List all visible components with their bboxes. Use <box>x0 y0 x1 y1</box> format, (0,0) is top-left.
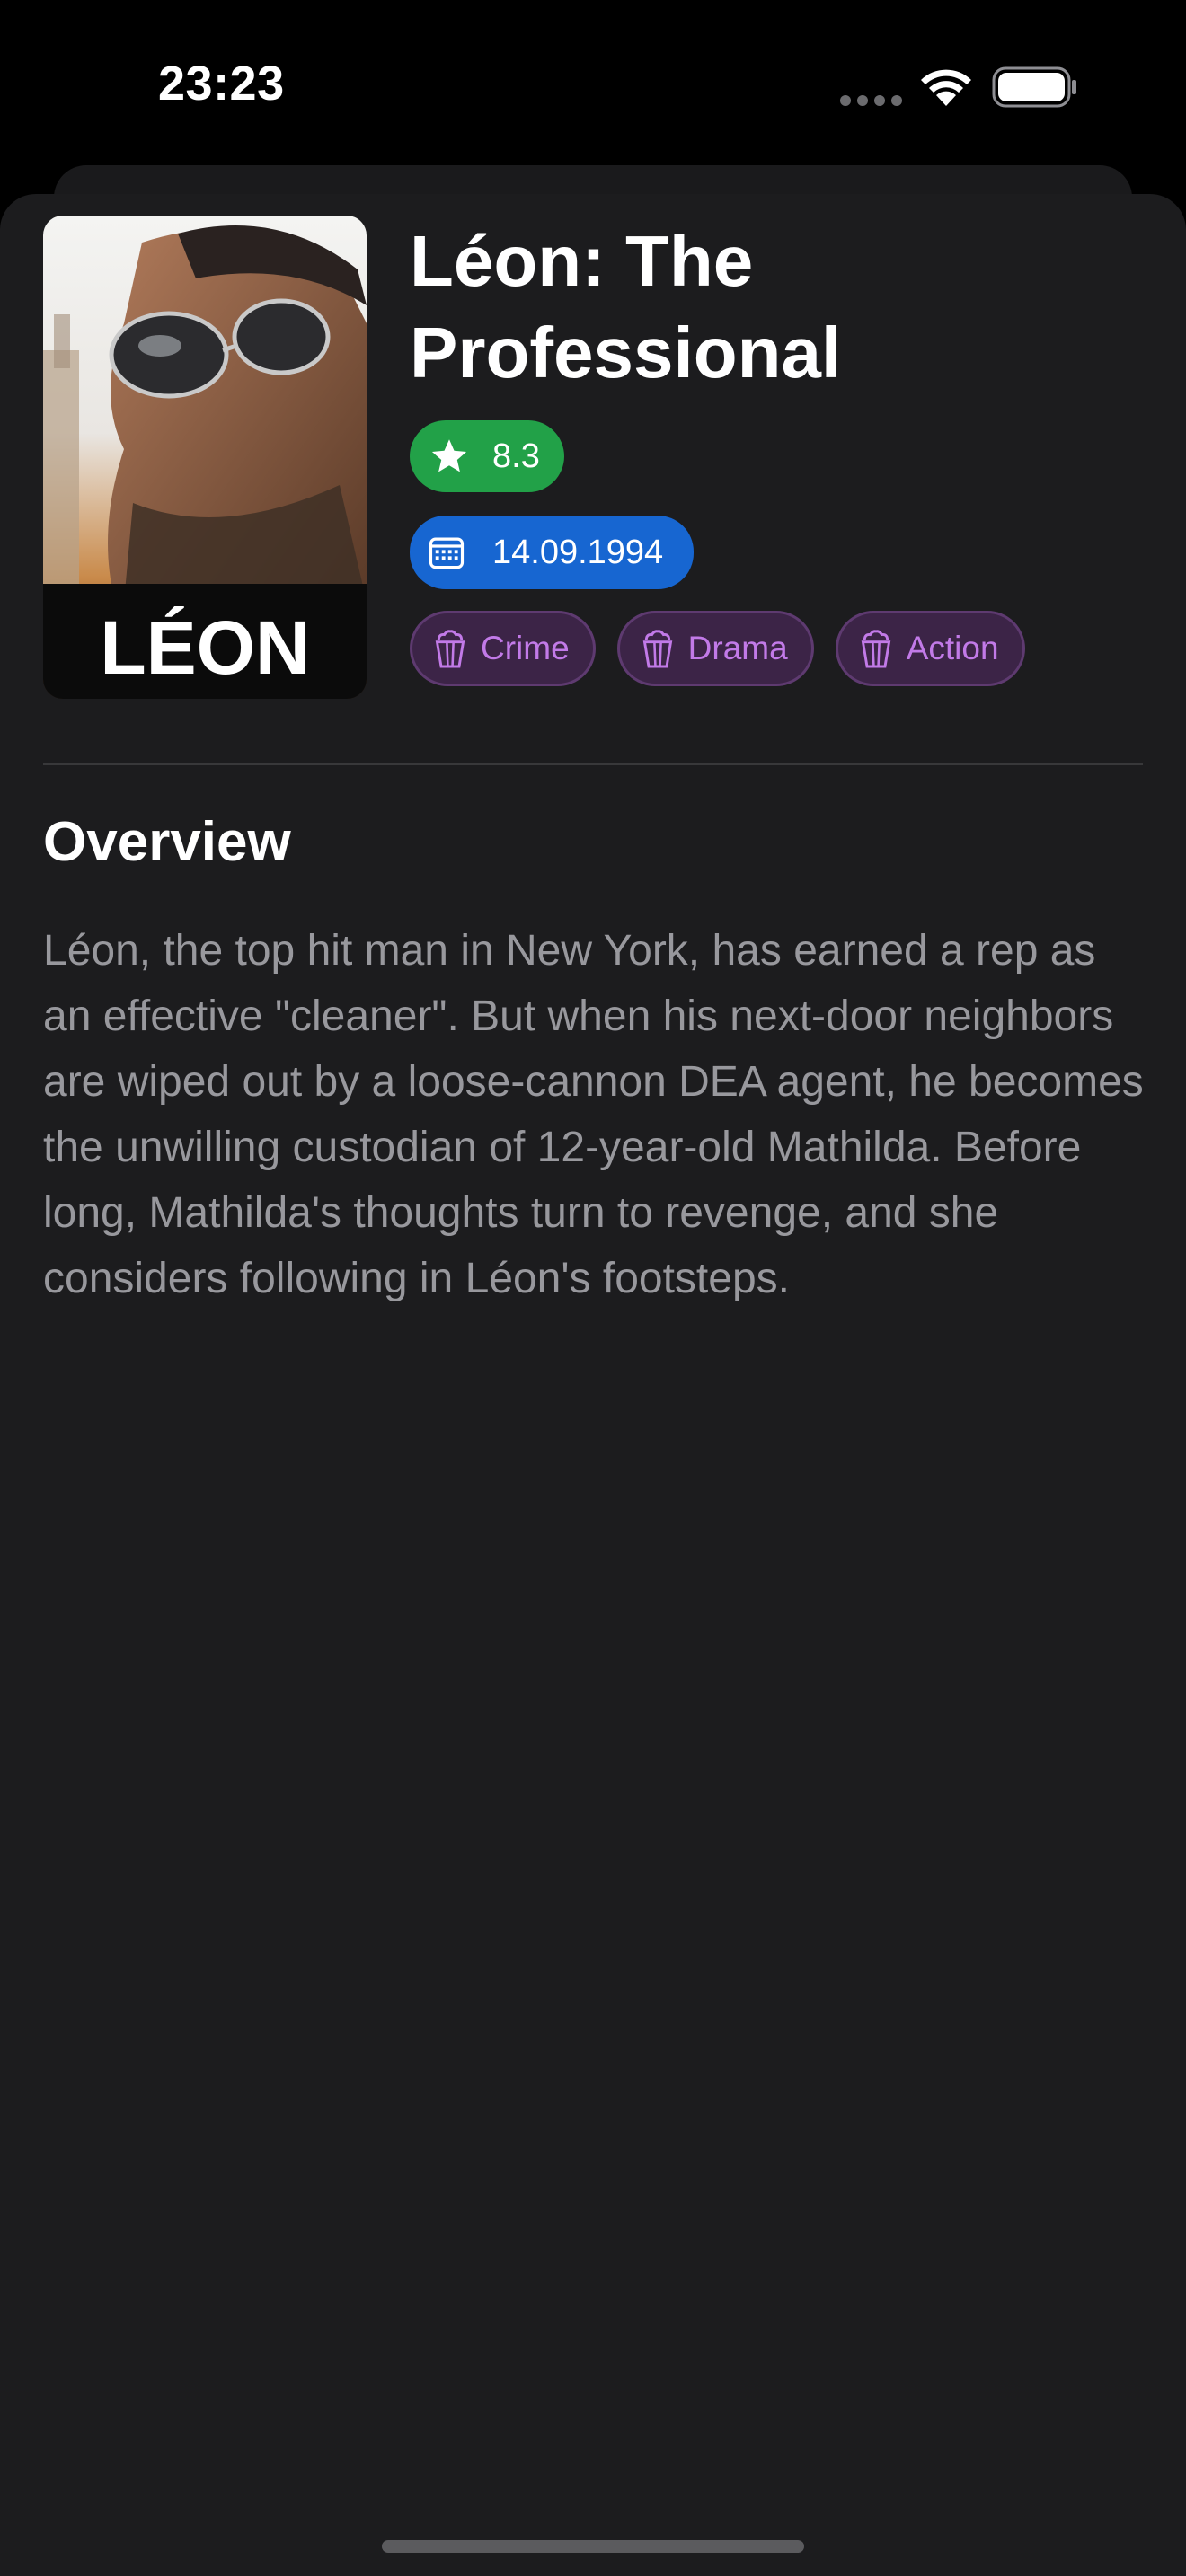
movie-poster: LÉON <box>43 216 367 699</box>
release-date-value: 14.09.1994 <box>492 533 664 571</box>
genre-badge-crime: Crime <box>410 611 596 686</box>
genre-badge-action: Action <box>835 611 1025 686</box>
battery-icon <box>992 66 1076 108</box>
status-time: 23:23 <box>158 57 285 110</box>
genre-list: Crime Drama Action <box>410 611 1025 686</box>
movie-title: Léon: The Professional <box>410 221 842 393</box>
calendar-icon <box>429 537 465 569</box>
popcorn-icon <box>642 630 672 668</box>
genre-label: Action <box>906 630 999 666</box>
star-icon <box>431 439 467 472</box>
home-indicator[interactable] <box>382 2540 804 2553</box>
poster-title-text: LÉON <box>100 605 309 690</box>
rating-value: 8.3 <box>492 437 540 475</box>
genre-badge-drama: Drama <box>616 611 814 686</box>
section-divider <box>43 763 1143 765</box>
rating-badge: 8.3 <box>410 420 564 492</box>
status-bar: 23:23 <box>0 0 1186 171</box>
overview-heading: Overview <box>43 811 291 873</box>
release-date-badge: 14.09.1994 <box>410 516 694 589</box>
popcorn-icon <box>435 630 465 668</box>
popcorn-icon <box>861 630 890 668</box>
genre-label: Drama <box>687 630 788 666</box>
genre-label: Crime <box>481 630 570 666</box>
overview-text: Léon, the top hit man in New York, has e… <box>43 927 1144 1302</box>
cellular-signal-icon <box>840 95 902 106</box>
wifi-icon <box>921 69 971 106</box>
